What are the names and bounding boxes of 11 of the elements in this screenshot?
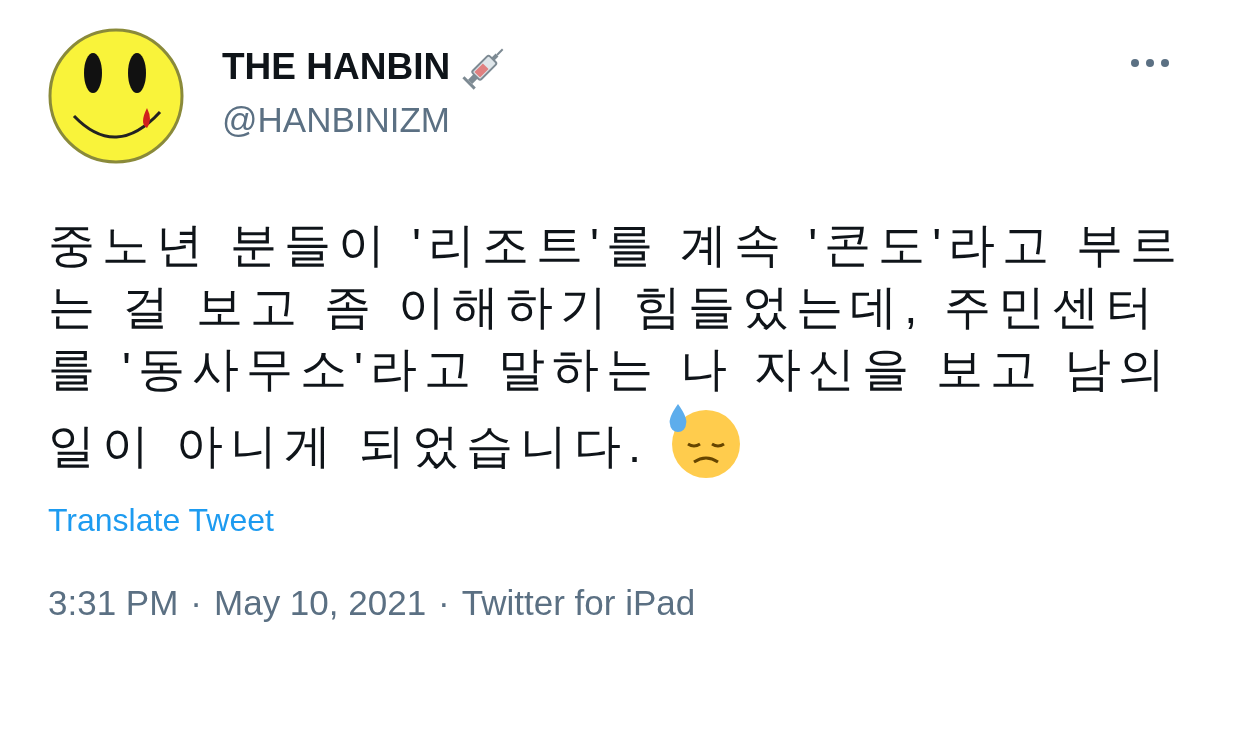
tweet-time: 3:31 PM <box>48 583 179 623</box>
smiley-avatar[interactable] <box>48 28 184 164</box>
tweet-date: May 10, 2021 <box>214 583 427 623</box>
display-name[interactable]: THE HANBIN <box>222 46 451 88</box>
tweet-source[interactable]: Twitter for iPad <box>461 583 696 623</box>
user-handle[interactable]: @HANBINIZM <box>222 100 1130 140</box>
tweet-text: 중노년 분들이 '리조트'를 계속 '콘도'라고 부르는 걸 보고 좀 이해하기 힘들었는데, 주민센터를 '동사무소'라고 말하는 나 자신을 보고 남의 일이 아니게 되었습니다. <box>48 214 1198 480</box>
separator-dot: · <box>438 583 450 623</box>
more-options-icon[interactable] <box>1130 58 1170 68</box>
separator-dot: · <box>190 583 202 623</box>
translate-link[interactable]: Translate Tweet <box>48 502 274 539</box>
